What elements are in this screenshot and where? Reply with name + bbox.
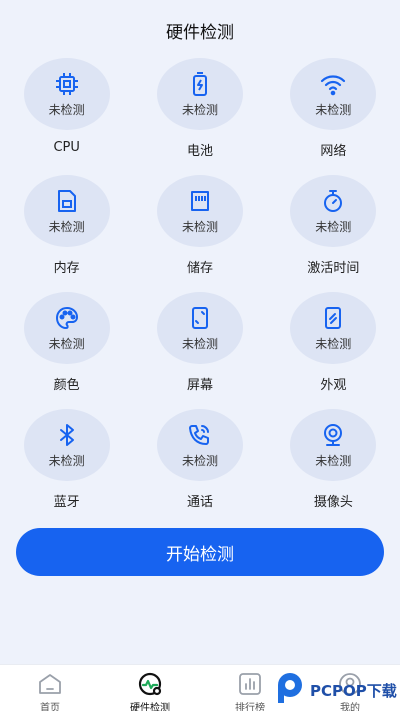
status-text: 未检测 [181,337,218,351]
status-text: 未检测 [315,454,352,468]
watermark-text: PCPOP下载 [310,681,397,700]
item-cpu-button[interactable]: 未检测 [23,58,110,130]
status-text: 未检测 [48,103,85,117]
stopwatch-icon [320,188,346,214]
item-activation-time[interactable]: 未检测 激活时间 [267,175,400,292]
item-color[interactable]: 未检测 颜色 [0,292,133,409]
item-color-button[interactable]: 未检测 [23,292,110,364]
status-text: 未检测 [315,220,352,234]
status-text: 未检测 [181,103,218,117]
status-text: 未检测 [48,454,85,468]
item-memory-button[interactable]: 未检测 [23,175,110,247]
status-text: 未检测 [181,454,218,468]
item-memory[interactable]: 未检测 内存 [0,175,133,292]
hardware-check-icon [137,671,163,697]
ranking-icon [237,671,263,697]
item-battery[interactable]: 未检测 电池 [133,58,266,175]
item-call-button[interactable]: 未检测 [156,409,243,481]
item-bluetooth[interactable]: 未检测 蓝牙 [0,409,133,526]
page-title: 硬件检测 [166,23,234,43]
item-appearance-button[interactable]: 未检测 [290,292,377,364]
item-network[interactable]: 未检测 网络 [267,58,400,175]
item-bluetooth-button[interactable]: 未检测 [23,409,110,481]
item-label: 蓝牙 [53,495,80,510]
battery-icon [187,71,213,97]
status-text: 未检测 [315,103,352,117]
wifi-icon [320,71,346,97]
status-text: 未检测 [48,337,85,351]
webcam-icon [320,422,346,448]
tab-home[interactable]: 首页 [0,665,100,711]
tab-label: 硬件检测 [130,703,170,711]
item-label: 内存 [53,261,80,276]
item-camera[interactable]: 未检测 摄像头 [267,409,400,526]
item-storage[interactable]: 未检测 储存 [133,175,266,292]
hardware-grid: 未检测 CPU 未检测 电池 未检测 网络 未检测 内存 未检测 储存 未检测 … [0,58,400,526]
memory-icon [54,188,80,214]
status-text: 未检测 [315,337,352,351]
item-label: 颜色 [53,378,80,393]
item-label: 电池 [186,144,213,159]
item-activation-time-button[interactable]: 未检测 [290,175,377,247]
item-label: 激活时间 [307,261,360,276]
phone-call-icon [187,422,213,448]
item-label: 外观 [320,378,347,393]
appearance-icon [320,305,346,331]
item-appearance[interactable]: 未检测 外观 [267,292,400,409]
tab-label: 首页 [40,703,60,711]
bluetooth-icon [54,422,80,448]
item-label: 储存 [186,261,213,276]
item-screen[interactable]: 未检测 屏幕 [133,292,266,409]
sd-card-icon [187,188,213,214]
item-label: 摄像头 [313,495,353,510]
item-label: 通话 [186,495,213,510]
item-camera-button[interactable]: 未检测 [290,409,377,481]
pcpop-logo-icon [276,671,306,709]
item-screen-button[interactable]: 未检测 [156,292,243,364]
home-icon [37,671,63,697]
screen-icon [187,305,213,331]
item-network-button[interactable]: 未检测 [290,58,377,130]
start-check-button[interactable]: 开始检测 [16,528,384,576]
item-storage-button[interactable]: 未检测 [156,175,243,247]
watermark: PCPOP下载 [276,672,397,708]
item-label: 网络 [320,144,347,159]
status-text: 未检测 [181,220,218,234]
item-battery-button[interactable]: 未检测 [156,58,243,130]
item-label: CPU [53,140,80,155]
tab-hardware-check[interactable]: 硬件检测 [100,665,200,711]
tab-label: 排行榜 [235,703,265,711]
item-cpu[interactable]: 未检测 CPU [0,58,133,175]
cpu-icon [54,71,80,97]
item-call[interactable]: 未检测 通话 [133,409,266,526]
status-text: 未检测 [48,220,85,234]
item-label: 屏幕 [186,378,213,393]
palette-icon [54,305,80,331]
